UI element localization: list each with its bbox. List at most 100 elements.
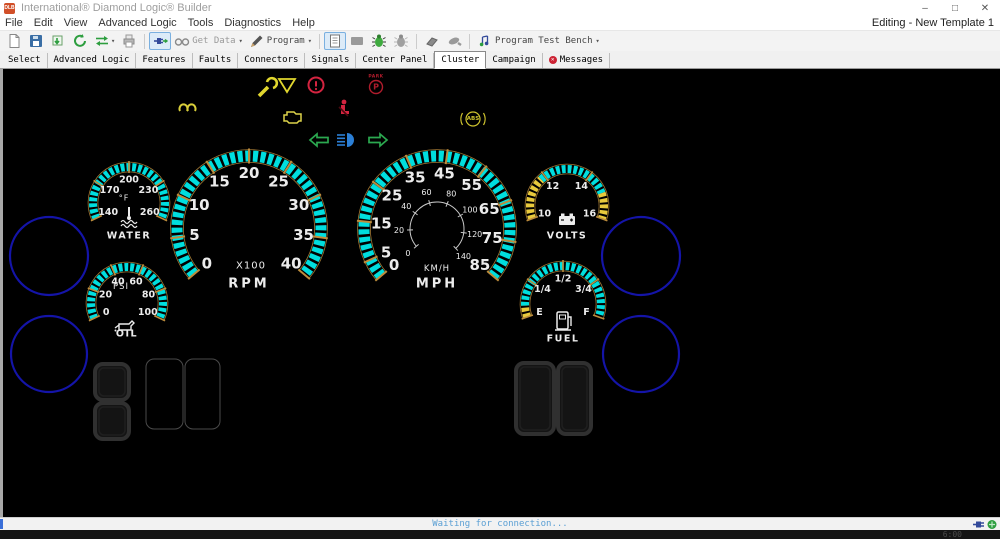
get-data-button[interactable]: Get Data▾: [171, 32, 246, 50]
export-button[interactable]: [47, 32, 69, 50]
test-bench-label: Program Test Bench: [495, 36, 593, 46]
svg-text:PSI: PSI: [113, 282, 129, 292]
taskbar-clock: 6:00: [943, 530, 962, 539]
tab-signals[interactable]: Signals: [305, 53, 356, 68]
program-label: Program: [267, 36, 305, 46]
svg-text:100: 100: [138, 307, 158, 318]
tab-label: Signals: [311, 55, 349, 65]
refresh-button[interactable]: [69, 32, 91, 50]
app-icon: DLB: [4, 3, 15, 14]
warning-triangle-icon: [279, 79, 295, 92]
tab-label: Messages: [560, 55, 603, 65]
svg-text:140: 140: [456, 252, 471, 261]
svg-text:10: 10: [538, 209, 552, 220]
view-report-button[interactable]: [324, 32, 346, 50]
menu-diagnostics[interactable]: Diagnostics: [224, 17, 281, 29]
sync-button[interactable]: ▾: [91, 32, 118, 50]
svg-text:200: 200: [119, 175, 139, 186]
svg-text:15: 15: [209, 173, 230, 191]
connect-button[interactable]: [149, 32, 171, 50]
debug-button[interactable]: [368, 32, 390, 50]
refresh-icon: [72, 33, 88, 49]
new-button[interactable]: [3, 32, 25, 50]
switch-slot[interactable]: [185, 359, 220, 429]
tab-label: Features: [142, 55, 185, 65]
menu-edit[interactable]: Edit: [34, 17, 53, 29]
tab-messages[interactable]: ✕Messages: [543, 53, 610, 68]
connector-plug-icon: [152, 33, 168, 49]
svg-text:FUEL: FUEL: [547, 334, 580, 345]
menu-view[interactable]: View: [64, 17, 88, 29]
tab-cluster[interactable]: Cluster: [434, 51, 486, 69]
tab-label: Advanced Logic: [54, 55, 130, 65]
minimize-button[interactable]: –: [910, 3, 940, 14]
svg-text:65: 65: [479, 200, 500, 218]
menu-file[interactable]: File: [5, 17, 23, 29]
connection-icons: [973, 519, 998, 530]
switch-slot[interactable]: [146, 359, 183, 429]
close-button[interactable]: ✕: [970, 3, 1000, 14]
oil-pressure-gauge: 020406080100OILPSI: [86, 262, 168, 339]
rocker-switch[interactable]: [516, 363, 554, 434]
disconnect-plug-icon: [973, 519, 985, 530]
window-title: International® Diamond Logic® Builder: [21, 2, 211, 14]
editing-status: Editing - New Template 1: [872, 17, 1000, 29]
new-document-icon: [6, 33, 22, 49]
svg-text:X100: X100: [236, 261, 266, 272]
rocker-switch[interactable]: [558, 363, 591, 434]
svg-text:30: 30: [288, 196, 309, 214]
fuel-pump-icon: [555, 312, 571, 330]
sync-arrows-icon: [94, 33, 110, 49]
empty-gauge-bezel: [10, 217, 88, 295]
menubar-items: File Edit View Advanced Logic Tools Diagnosti…: [5, 17, 326, 29]
statusbar: Waiting for connection...: [0, 517, 1000, 530]
tabstrip: Select Advanced Logic Features Faults Connec…: [0, 51, 1000, 69]
debug-disabled-button[interactable]: [390, 32, 412, 50]
tab-features[interactable]: Features: [136, 53, 192, 68]
svg-text:260: 260: [140, 207, 160, 218]
tab-advanced-logic[interactable]: Advanced Logic: [48, 53, 137, 68]
dropdown-caret-icon: ▾: [111, 37, 115, 45]
bug-gray-icon: [393, 33, 409, 49]
get-data-label: Get Data: [192, 36, 235, 46]
program-button[interactable]: Program▾: [246, 32, 315, 50]
tab-select[interactable]: Select: [2, 53, 48, 68]
save-button[interactable]: [25, 32, 47, 50]
svg-text:0: 0: [103, 307, 110, 318]
tab-connectors[interactable]: Connectors: [238, 53, 305, 68]
cluster-display: 140170200230260WATER°F0510152025303540RP…: [3, 69, 1000, 517]
status-indicator: [0, 519, 3, 529]
clear-button[interactable]: [443, 32, 465, 50]
svg-text:35: 35: [293, 226, 314, 244]
coolant-temp-icon: [121, 207, 137, 228]
svg-text:75: 75: [482, 229, 503, 247]
print-button[interactable]: [118, 32, 140, 50]
glasses-icon: [174, 33, 190, 49]
maximize-button[interactable]: □: [940, 3, 970, 14]
svg-text:60: 60: [421, 188, 431, 197]
sweep-icon: [446, 33, 462, 49]
menu-help[interactable]: Help: [292, 17, 315, 29]
tab-faults[interactable]: Faults: [193, 53, 239, 68]
wrench-icon: [259, 78, 277, 96]
svg-text:230: 230: [138, 185, 158, 196]
panel-view-button[interactable]: [346, 32, 368, 50]
menu-tools[interactable]: Tools: [188, 17, 214, 29]
eraser-button[interactable]: [421, 32, 443, 50]
svg-text:120: 120: [467, 230, 482, 239]
svg-text:0: 0: [405, 249, 410, 258]
tab-label: Faults: [199, 55, 232, 65]
battery-icon: [559, 214, 575, 226]
tab-label: Connectors: [244, 55, 298, 65]
svg-text:170: 170: [100, 185, 120, 196]
empty-gauge-bezel: [603, 316, 679, 392]
tab-center-panel[interactable]: Center Panel: [356, 53, 434, 68]
svg-text:100: 100: [462, 206, 477, 215]
menu-advanced-logic[interactable]: Advanced Logic: [98, 17, 176, 29]
tab-campaign[interactable]: Campaign: [486, 53, 542, 68]
svg-text:20: 20: [394, 226, 404, 235]
high-beam-icon: [337, 133, 354, 147]
tab-label: Campaign: [492, 55, 535, 65]
connect-plug-icon: [986, 519, 998, 530]
test-bench-button[interactable]: Program Test Bench▾: [474, 32, 603, 50]
